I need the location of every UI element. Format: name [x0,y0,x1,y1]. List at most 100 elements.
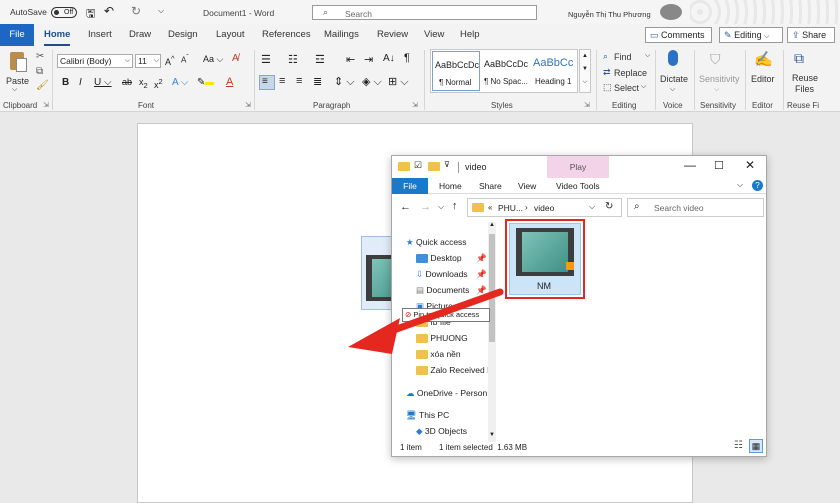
tab-design[interactable]: Design [168,24,198,46]
redo-icon[interactable]: ↻ [131,4,141,18]
change-case-icon[interactable]: Aa ⌵ [203,54,223,65]
line-spacing-icon[interactable]: ⇕ ⌵ [334,75,355,89]
autosave-toggle[interactable]: Off [51,7,77,18]
grow-font-icon[interactable]: A^ [165,54,175,67]
shading-icon[interactable]: ◈ ⌵ [362,75,382,89]
avatar[interactable] [660,4,682,20]
strikethrough-icon[interactable]: ab [122,77,132,87]
tab-view[interactable]: View [424,24,444,46]
font-color-icon[interactable]: A [226,76,233,88]
editing-mode-button[interactable]: ✎ Editing ⌵ [719,27,783,43]
back-icon[interactable]: ← [400,201,411,213]
launcher-icon[interactable]: ⇲ [584,101,590,109]
styles-scroll[interactable]: ▲ ▼ ⌵ [579,49,591,93]
select-icon[interactable]: ⬚ [603,82,612,93]
tab-layout[interactable]: Layout [216,24,245,46]
dictate-button[interactable]: Dictate [660,74,688,84]
minimize-icon[interactable]: — [684,158,696,172]
qat-chevron-icon[interactable]: ⊽ [444,160,450,169]
tab-review[interactable]: Review [377,24,408,46]
editor-button[interactable]: Editor [751,74,775,84]
tab-home[interactable]: Home [44,24,71,46]
launcher-icon[interactable]: ⇲ [43,101,49,109]
borders-icon[interactable]: ⊞ ⌵ [388,75,409,89]
play-context-tab[interactable]: Play [547,156,609,178]
customize-qat-icon[interactable]: ⌵ [158,6,164,16]
numbering-icon[interactable]: ☷ [288,53,298,66]
tab-draw[interactable]: Draw [129,24,151,46]
nav-this-pc[interactable]: 🖥 This PC [406,407,449,423]
up-icon[interactable]: ↑ [452,200,458,212]
nav-3d-objects[interactable]: ◆ 3D Objects [416,423,467,439]
recent-chevron-icon[interactable]: ⌵ [438,202,444,212]
explorer-tab-view[interactable]: View [518,181,536,191]
explorer-tab-share[interactable]: Share [479,181,502,191]
select-button[interactable]: Select [614,83,639,93]
align-left-button[interactable]: ≡ [259,75,275,90]
align-right-icon[interactable]: ≡ [296,75,302,87]
chevron-down-icon[interactable]: ⌵ [645,52,650,60]
font-name-select[interactable]: Calibri (Body) ⌵ [57,54,133,68]
nav-zalo[interactable]: Zalo Received Fi [416,362,494,378]
bold-icon[interactable]: B [62,77,69,88]
clear-format-icon[interactable]: A̸ [232,53,239,64]
increase-indent-icon[interactable]: ⇥ [364,53,373,66]
style-heading-1[interactable]: AaBbCc Heading 1 [531,51,577,91]
forward-icon[interactable]: → [420,201,431,213]
replace-icon[interactable]: ⇄ [603,67,611,78]
nav-quick-access[interactable]: ★ Quick access [406,234,467,250]
tab-help[interactable]: Help [460,24,480,46]
copy-icon[interactable]: ⧉ [36,66,43,77]
share-button[interactable]: ⇪ Share [787,27,835,43]
pin-icon[interactable]: 📌 [476,250,487,266]
address-bar[interactable]: « PHU... › video ⌵ ↻ [467,198,622,217]
breadcrumb-video[interactable]: video [534,203,554,213]
large-icons-view-button[interactable]: ▦ [749,439,763,453]
find-icon[interactable]: ⌕ [603,51,608,62]
reuse-files-icon[interactable]: ⧉ [794,50,804,67]
close-icon[interactable]: ✕ [745,158,755,172]
maximize-icon[interactable]: ☐ [714,159,724,172]
align-center-icon[interactable]: ≡ [279,75,285,87]
sensitivity-button[interactable]: Sensitivity [699,74,740,84]
sort-icon[interactable]: A↓ [383,53,395,64]
save-icon[interactable]: 🖫 [86,5,95,24]
help-icon[interactable]: ? [752,180,763,191]
scroll-down-icon[interactable]: ▼ [489,432,495,438]
details-view-icon[interactable]: ☷ [734,440,743,451]
replace-button[interactable]: Replace [614,68,647,78]
superscript-icon[interactable]: x2 [154,77,163,90]
expand-ribbon-icon[interactable]: ⌵ [737,180,743,190]
launcher-icon[interactable]: ⇲ [245,101,251,109]
reuse-label[interactable]: Reuse [792,73,818,83]
highlight-icon[interactable]: ✎ [197,77,215,88]
subscript-icon[interactable]: x2 [139,77,148,90]
editor-icon[interactable]: ✍ [754,50,773,68]
chevron-down-icon[interactable]: ⌵ [641,83,646,91]
text-effects-icon[interactable]: A ⌵ [172,77,188,88]
show-marks-icon[interactable]: ¶ [404,52,410,64]
underline-icon[interactable]: U ⌵ [94,77,112,88]
style-no-spacing[interactable]: AaBbCcDc ¶ No Spac... [482,51,530,91]
tab-insert[interactable]: Insert [88,24,112,46]
properties-icon[interactable]: ☑ [414,160,422,171]
nav-onedrive[interactable]: ☁ OneDrive - Person [406,385,487,401]
undo-icon[interactable]: ↶ [104,4,114,18]
explorer-tab-file[interactable]: File [392,178,428,194]
decrease-indent-icon[interactable]: ⇤ [346,53,355,66]
files-label[interactable]: Files [795,84,814,94]
word-search-box[interactable]: ⌕ Search [312,5,537,20]
paste-button[interactable]: Paste [6,76,29,86]
tab-references[interactable]: References [262,24,311,46]
justify-icon[interactable]: ≣ [313,75,322,88]
shrink-font-icon[interactable]: Aˇ [181,54,189,65]
bullets-icon[interactable]: ☰ [261,53,271,66]
cut-icon[interactable]: ✂ [36,51,44,62]
user-name[interactable]: Nguyễn Thị Thu Phương [568,10,651,19]
comments-button[interactable]: ▭ Comments [645,27,712,43]
paste-icon[interactable] [6,50,32,76]
breadcrumb-phuong[interactable]: PHU... [498,203,523,213]
format-painter-icon[interactable]: 🖌 [36,80,49,91]
new-folder-icon[interactable] [428,162,440,171]
file-item-nm[interactable]: NM [509,223,581,295]
